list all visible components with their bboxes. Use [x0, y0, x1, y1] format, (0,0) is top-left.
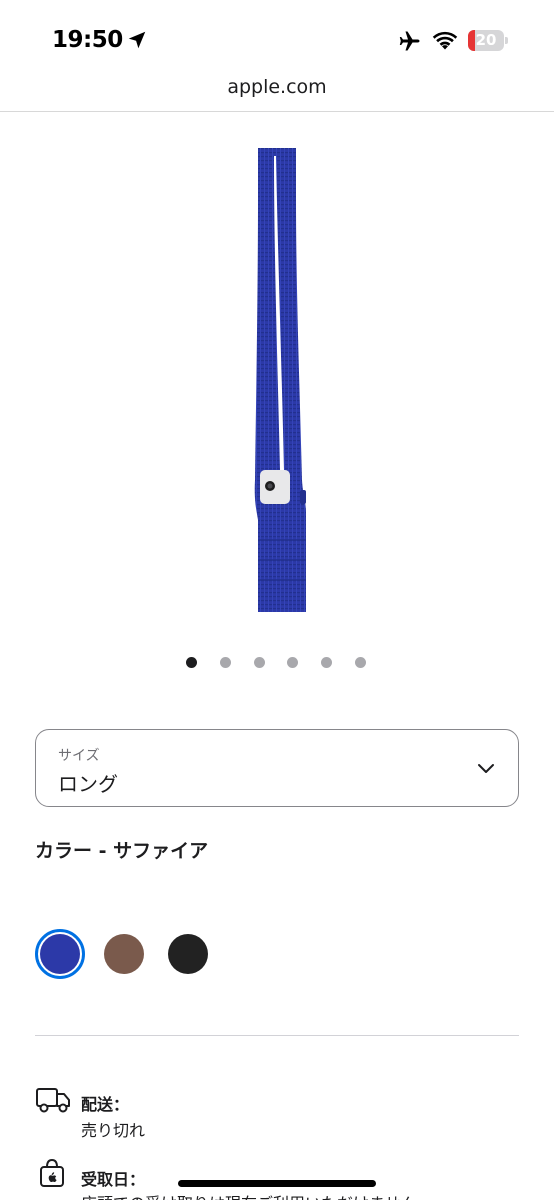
address-bar[interactable]: apple.com — [0, 72, 554, 112]
location-arrow-icon — [128, 31, 146, 49]
apple-bag-icon — [40, 1158, 64, 1187]
carousel-dot[interactable] — [355, 657, 366, 668]
pickup-title: 受取日： — [81, 1170, 146, 1189]
carousel-dot[interactable] — [253, 657, 265, 668]
swatch-color — [168, 934, 208, 974]
status-time: 19:50 — [52, 27, 123, 53]
size-caption: サイズ — [58, 748, 100, 764]
size-value: ロング — [58, 772, 118, 796]
carousel-dot[interactable] — [287, 657, 299, 668]
battery-level-text: 20 — [475, 31, 497, 49]
color-swatch-black[interactable] — [163, 929, 213, 979]
url-domain[interactable]: apple.com — [0, 76, 554, 98]
airplane-icon — [399, 31, 420, 51]
carousel-dot[interactable] — [219, 657, 231, 668]
delivery-title: 配送： — [81, 1095, 130, 1114]
color-swatch-sapphire[interactable] — [35, 929, 85, 979]
pickup-status: 店頭での受け取りは現在ご利用いただけません — [81, 1190, 417, 1200]
swatch-color — [40, 934, 80, 974]
status-bar: 19:50 20 — [0, 0, 554, 72]
truck-icon — [36, 1088, 70, 1113]
delivery-status: 売り切れ — [81, 1121, 146, 1140]
carousel-dot[interactable] — [321, 657, 333, 668]
swatch-color — [104, 934, 144, 974]
size-select[interactable]: サイズ ロング — [35, 729, 519, 807]
wifi-icon — [432, 31, 458, 50]
battery-icon: 20 — [468, 30, 508, 51]
carousel-dots[interactable] — [186, 657, 376, 669]
color-label: カラー - サファイア — [35, 840, 209, 862]
home-indicator[interactable] — [178, 1180, 376, 1187]
color-swatch-brown[interactable] — [99, 929, 149, 979]
product-image[interactable] — [236, 140, 320, 620]
divider — [35, 1035, 519, 1036]
carousel-dot[interactable] — [186, 657, 197, 668]
chevron-down-icon — [478, 764, 494, 773]
